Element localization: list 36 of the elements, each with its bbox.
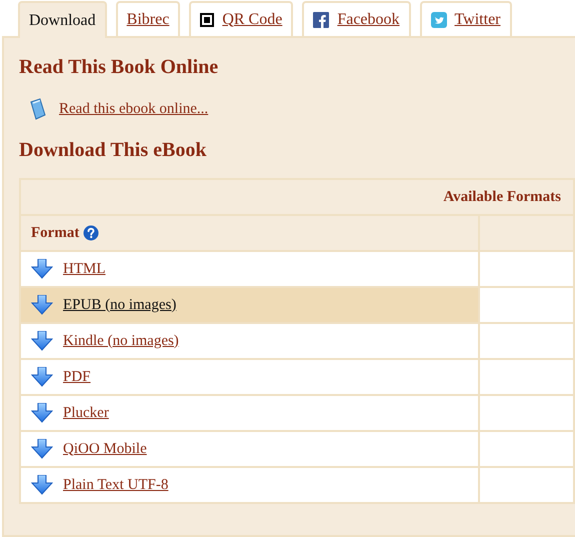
tab[interactable]: Twitter	[420, 1, 512, 36]
section-heading: Read This Book Online	[19, 56, 220, 79]
book-icon	[29, 98, 47, 120]
table-row[interactable]: EPUB (no images)	[20, 287, 479, 323]
table-row[interactable]: Plucker	[20, 395, 479, 431]
column-header: Format	[31, 224, 80, 242]
download-arrow-icon	[31, 331, 53, 351]
format-link[interactable]: Plucker	[63, 404, 109, 422]
help-icon[interactable]	[83, 225, 100, 241]
bird-icon	[430, 12, 447, 28]
format-link[interactable]: EPUB (no images)	[63, 296, 176, 314]
table-row[interactable]: Kindle (no images)	[20, 323, 479, 359]
download-arrow-icon	[31, 295, 53, 315]
table-row[interactable]: Plain Text UTF-8	[20, 467, 479, 503]
download-arrow-icon	[31, 259, 53, 279]
download-arrow-icon	[31, 403, 53, 423]
qr-code-icon	[200, 12, 214, 26]
table-row[interactable]: QiOO Mobile	[20, 431, 479, 467]
tab[interactable]: Facebook	[302, 1, 411, 36]
download-arrow-icon	[31, 475, 53, 495]
table-row[interactable]: PDF	[20, 359, 479, 395]
format-link[interactable]: HTML	[63, 260, 106, 278]
format-link[interactable]: Kindle (no images)	[63, 332, 179, 350]
format-link[interactable]: PDF	[63, 368, 91, 386]
tab[interactable]: Bibrec	[116, 1, 180, 36]
download-arrow-icon	[31, 439, 53, 459]
table-header: Available Formats	[20, 179, 574, 215]
tab[interactable]: QR Code	[189, 1, 294, 36]
format-link[interactable]: QiOO Mobile	[63, 440, 147, 458]
format-link[interactable]: Plain Text UTF-8	[63, 476, 168, 494]
section-heading: Download This eBook	[19, 139, 208, 162]
table-row[interactable]: HTML	[20, 251, 479, 287]
download-arrow-icon	[31, 367, 53, 387]
read-online-link[interactable]: Read this ebook online...	[59, 100, 208, 118]
tab[interactable]: Download	[18, 1, 107, 38]
facebook-icon	[313, 12, 330, 28]
